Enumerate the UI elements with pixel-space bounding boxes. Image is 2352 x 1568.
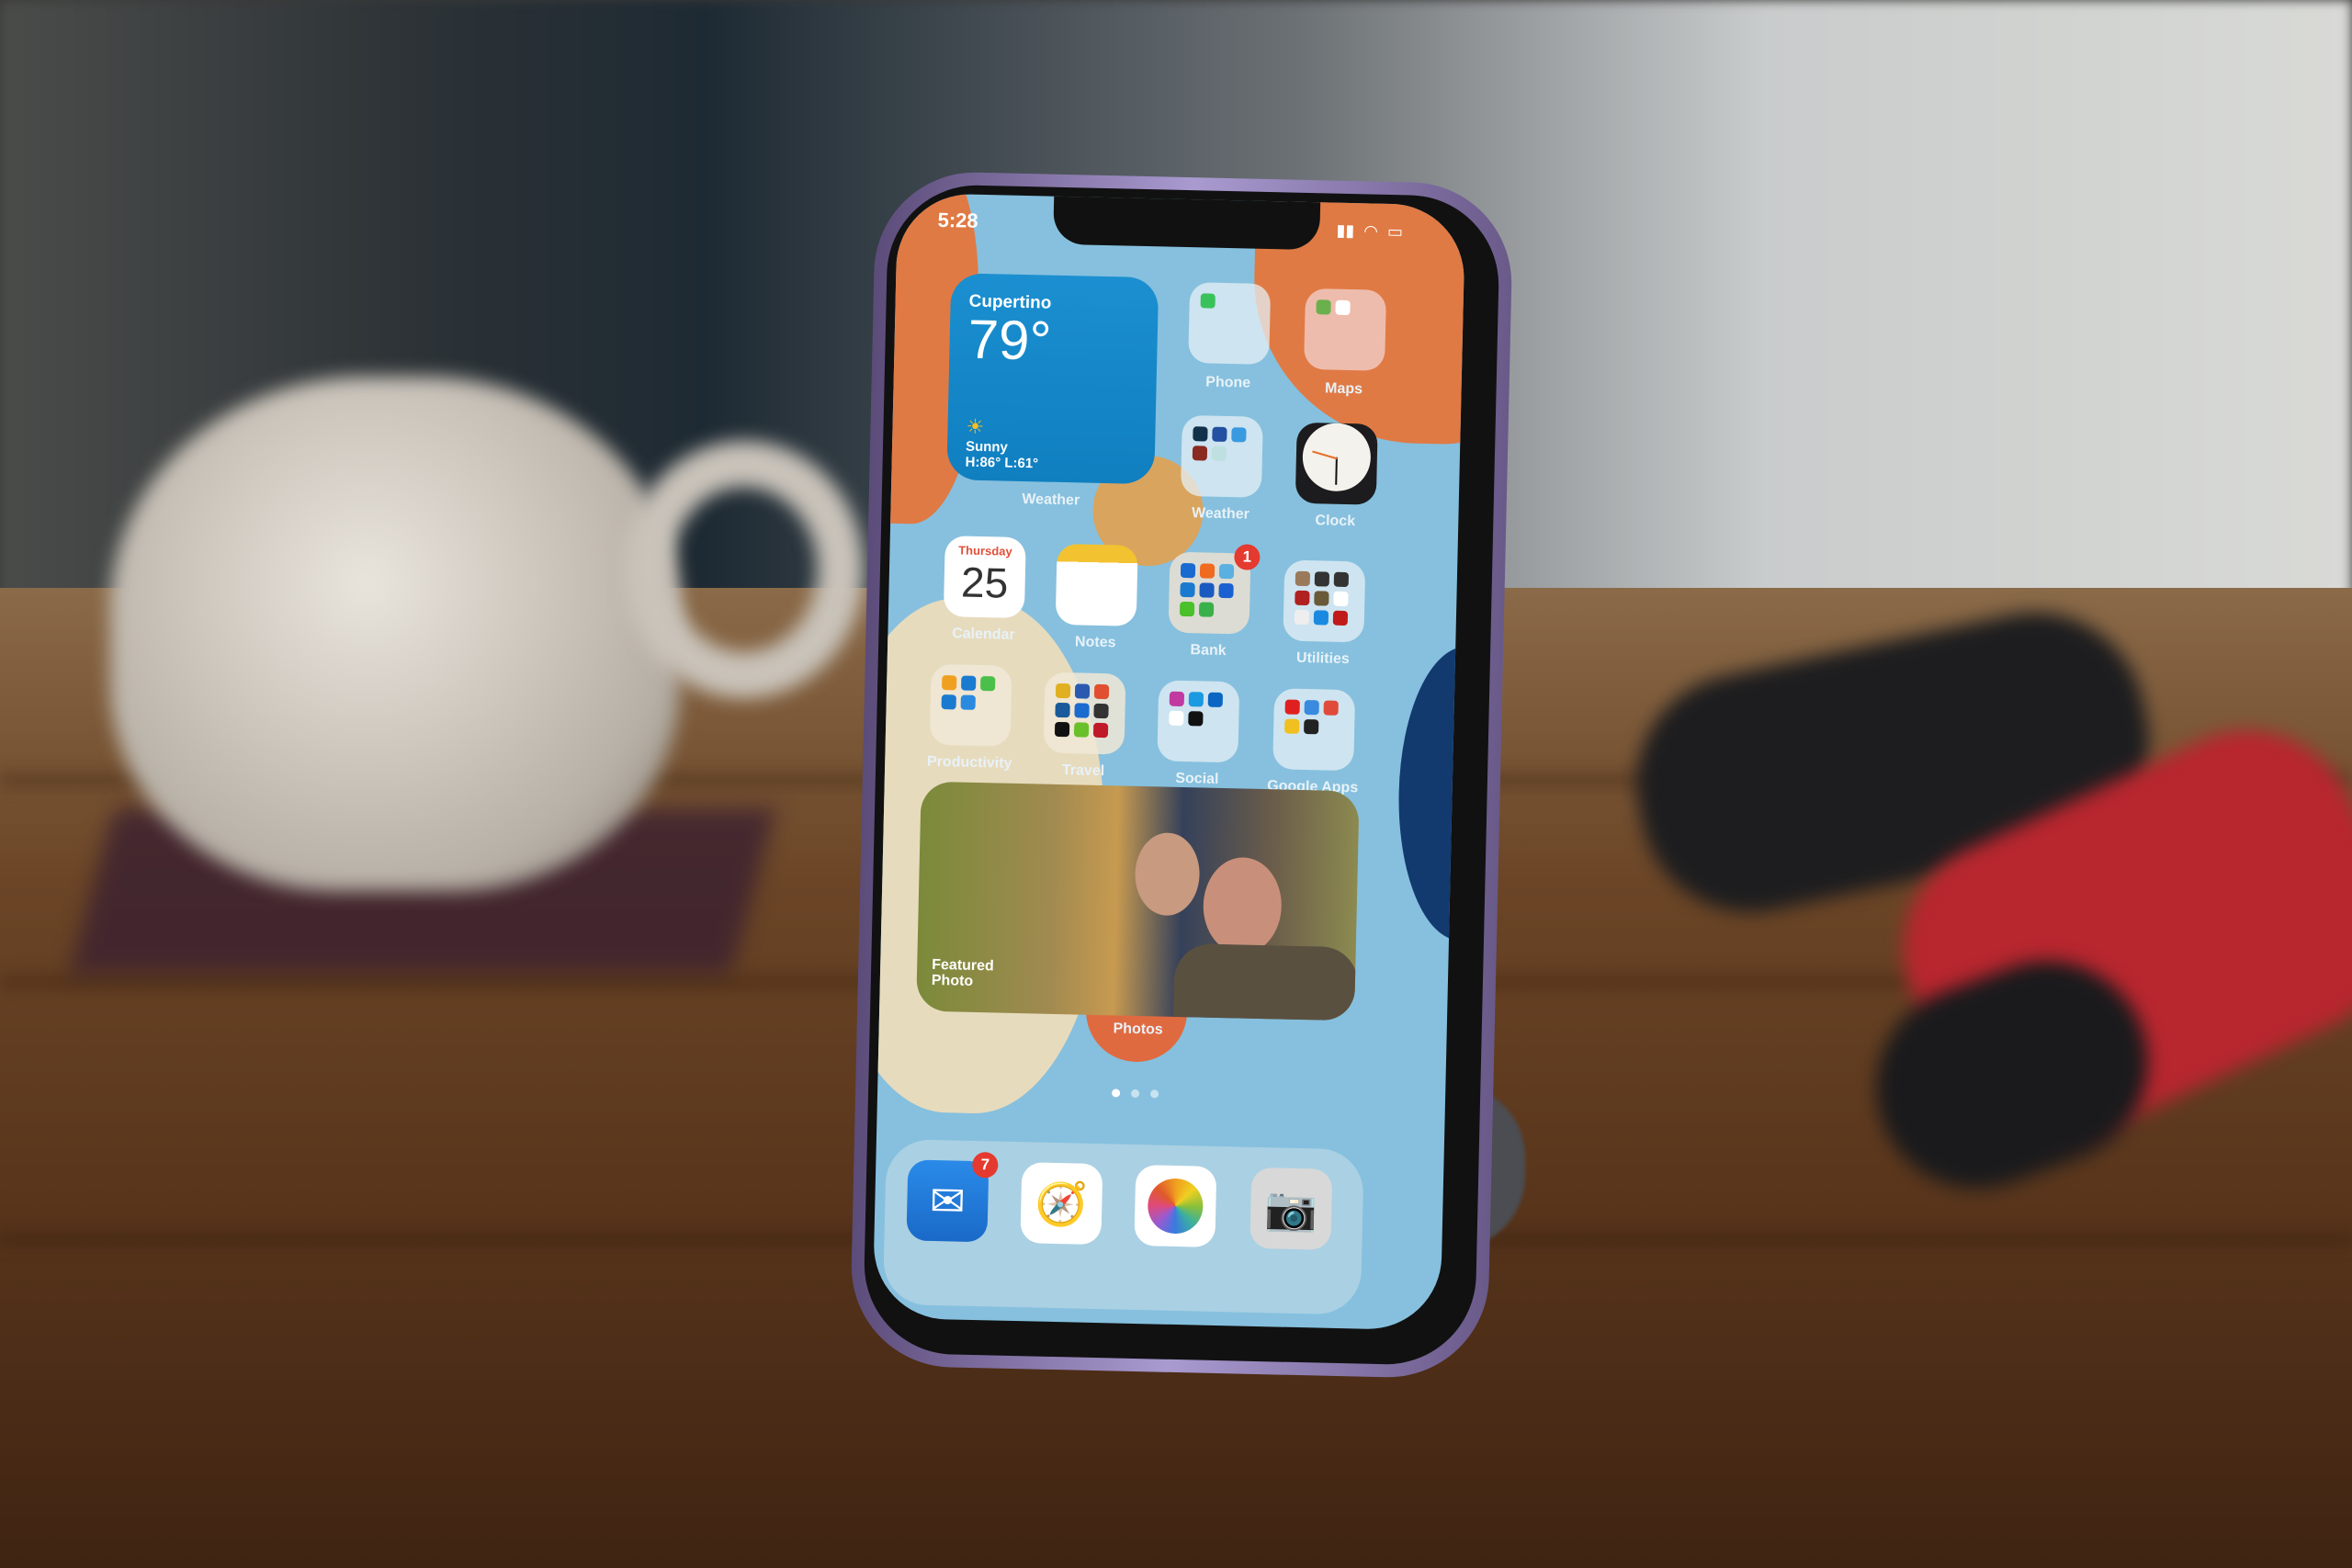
compass-icon: 🧭 [1035,1179,1089,1228]
wifi-icon: ◠ [1363,221,1379,241]
folder-productivity[interactable] [929,663,1012,747]
dock-camera[interactable]: 📷 [1250,1167,1333,1250]
photos-flower-icon [1147,1178,1204,1235]
weather-temperature: 79° [967,308,1053,372]
folder-weather[interactable] [1180,414,1263,498]
folder-utilities[interactable] [1283,559,1366,643]
cellular-signal-icon: ▮▮ [1336,220,1355,241]
weather-widget-label: Weather [1022,491,1080,509]
coffee-mug [110,377,680,891]
iphone: 5:28 ▮▮ ◠ ▭ Cupertino 79° ☀ Sunny H:86° … [849,170,1514,1380]
app-label: Utilities [1295,649,1350,668]
dock-photos[interactable] [1134,1164,1217,1247]
clock-face-icon [1302,422,1372,492]
weather-high-low: H:86° L:61° [965,454,1039,472]
page-dot[interactable] [1112,1089,1121,1098]
calendar-app[interactable]: Thursday 25 [943,536,1026,619]
app-label: Phone [1205,374,1251,391]
folder-bank[interactable]: 1 [1168,544,1261,635]
folder-google-apps[interactable] [1272,688,1356,772]
clock-app[interactable] [1295,422,1378,505]
app-label: Weather [1191,505,1250,523]
camera-icon: 📷 [1264,1183,1318,1233]
dock-mail[interactable]: ✉ 7 [906,1151,999,1243]
mug-handle [625,441,864,698]
notification-badge: 1 [1234,544,1261,570]
page-dot[interactable] [1131,1089,1140,1099]
folder-social[interactable] [1157,680,1240,763]
status-icons: ▮▮ ◠ ▭ [1336,221,1403,243]
app-label: Calendar [951,626,1015,643]
featured-photo-caption: Featured Photo [931,956,994,990]
mail-icon: ✉ [929,1176,967,1225]
photos-widget-label: Photos [1113,1021,1163,1038]
person-photo [1202,856,1283,955]
weather-widget[interactable]: Cupertino 79° ☀ Sunny H:86° L:61° [946,273,1159,485]
page-indicator[interactable] [1112,1089,1159,1099]
status-time: 5:28 [937,208,978,232]
notch [1053,192,1321,251]
app-label: Bank [1190,642,1227,660]
calendar-date: 25 [960,558,1009,607]
dock: ✉ 7 🧭 📷 [882,1138,1364,1315]
notes-app[interactable] [1055,543,1138,626]
app-label: Travel [1061,762,1105,780]
folder-travel[interactable] [1043,671,1126,755]
person-photo [1134,831,1201,917]
app-label: Maps [1324,380,1363,398]
photos-widget[interactable]: Featured Photo [916,781,1360,1021]
app-label: Notes [1074,634,1116,651]
app-label: Clock [1315,513,1356,530]
app-label: Productivity [926,753,1012,772]
dock-safari[interactable]: 🧭 [1020,1162,1103,1246]
folder-maps[interactable] [1304,288,1387,371]
folder-phone[interactable] [1188,282,1272,366]
page-dot[interactable] [1150,1089,1159,1099]
battery-icon: ▭ [1386,221,1404,242]
home-screen: 5:28 ▮▮ ◠ ▭ Cupertino 79° ☀ Sunny H:86° … [872,192,1466,1331]
notification-badge: 7 [971,1151,999,1179]
